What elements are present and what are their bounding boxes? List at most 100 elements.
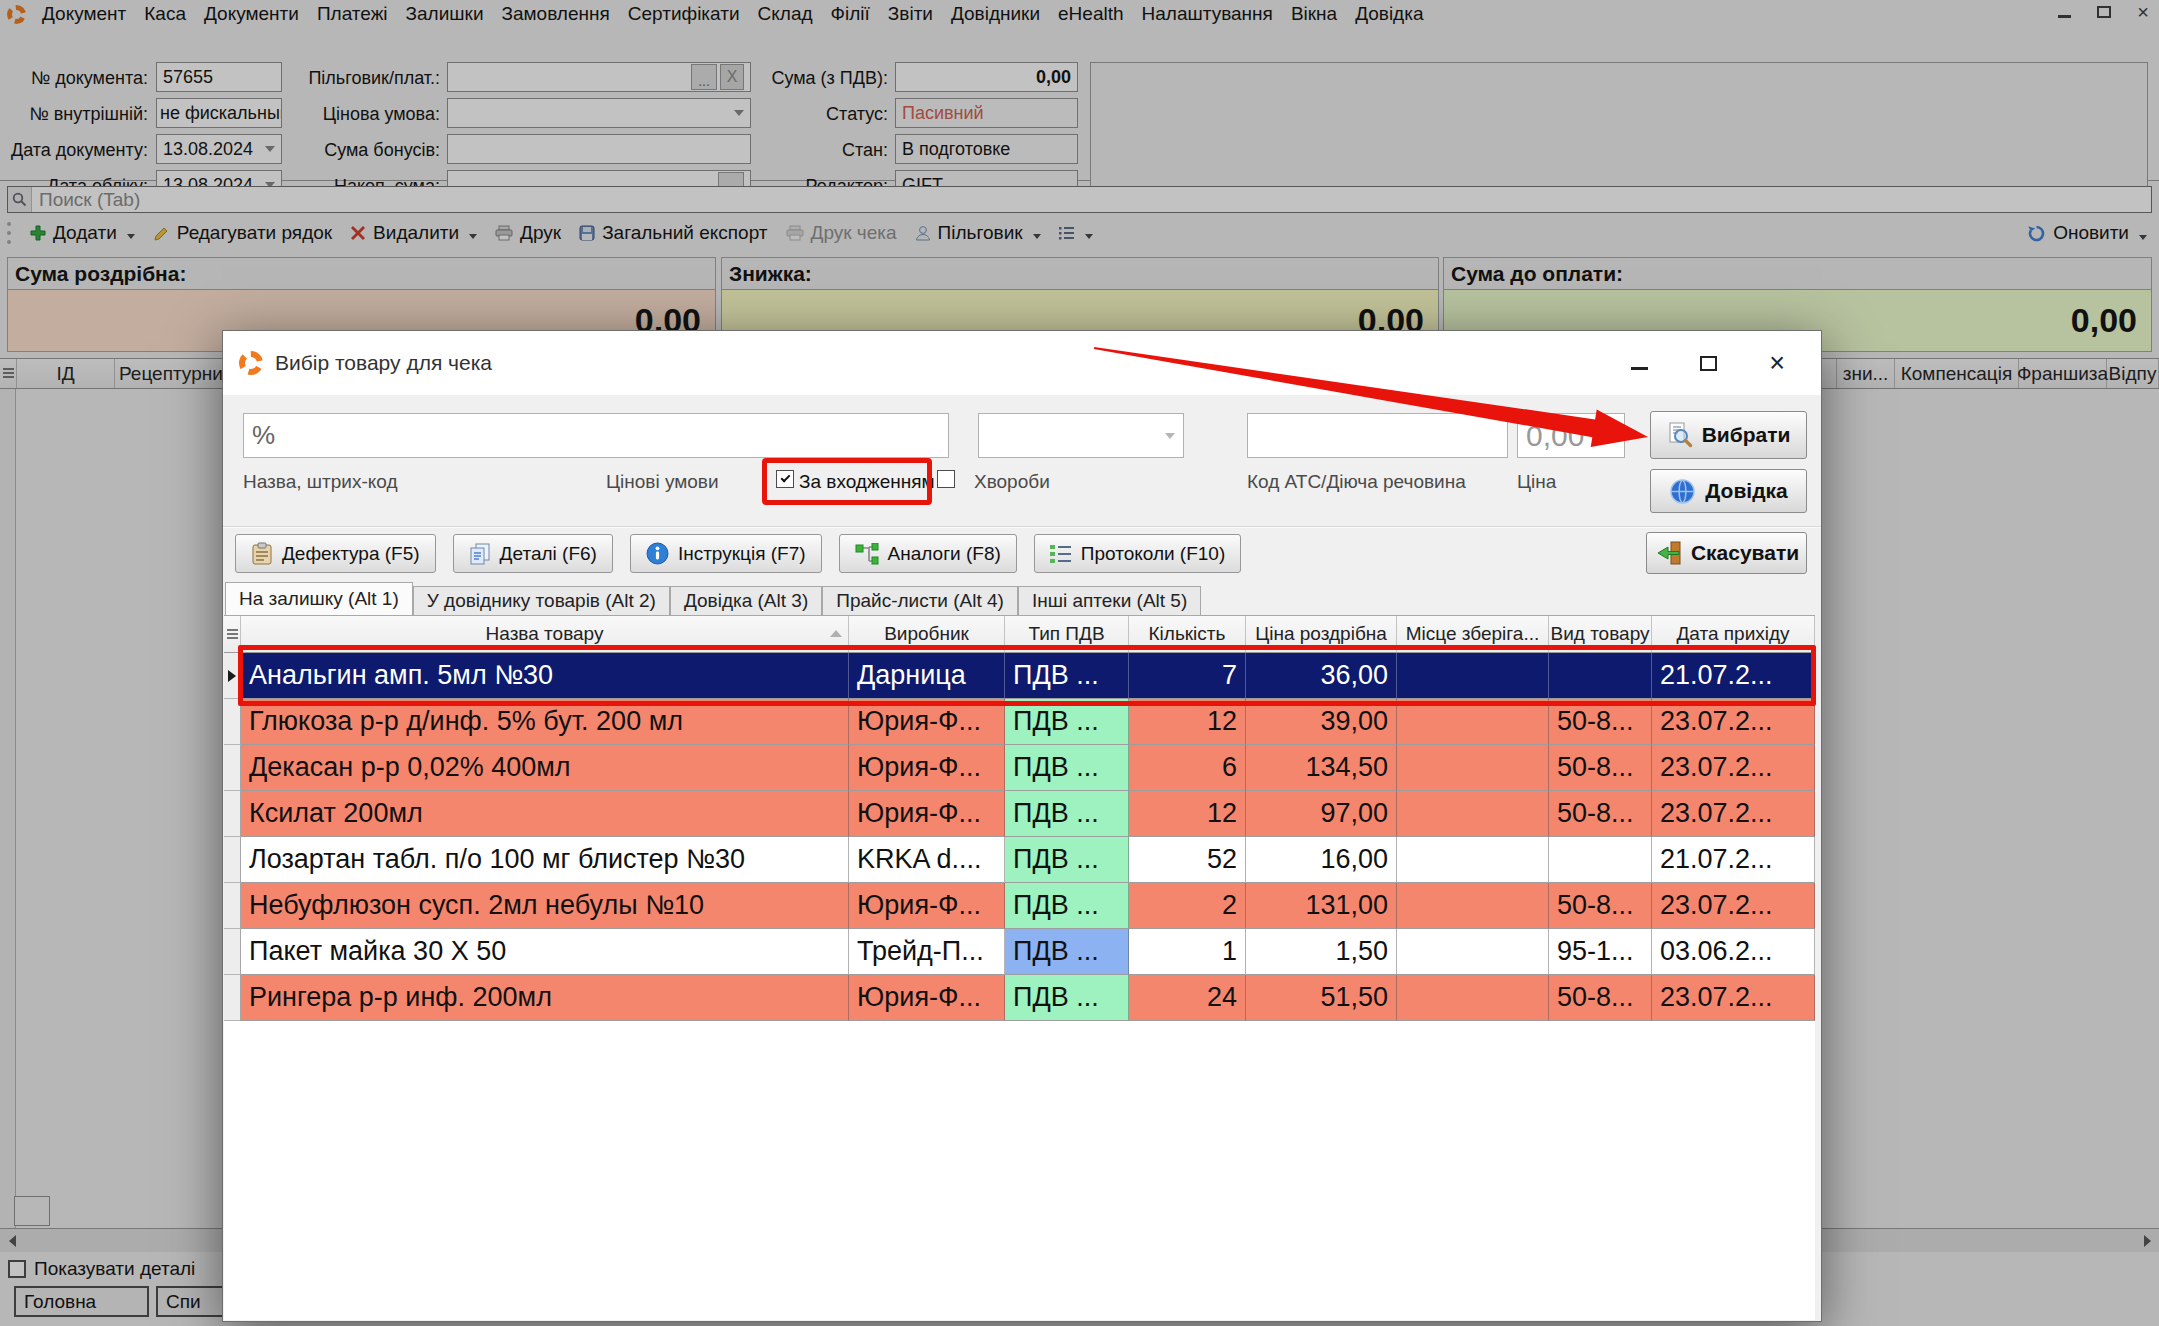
- cell-place: [1397, 883, 1549, 929]
- dialog-tab[interactable]: Інші аптеки (Alt 5): [1018, 586, 1201, 615]
- row-indicator: [224, 745, 241, 791]
- cell-name: Ксилат 200мл: [241, 791, 849, 837]
- dialog-tab[interactable]: Прайс-листи (Alt 4): [822, 586, 1018, 615]
- product-row[interactable]: Пакет майка 30 Х 50Трейд-П...ПДВ ...11,5…: [224, 929, 1815, 975]
- dialog-tab[interactable]: Довідка (Alt 3): [670, 586, 822, 615]
- row-indicator: [224, 883, 241, 929]
- cell-vat: ПДВ ...: [1005, 837, 1129, 883]
- application-window: ДокументКасаДокументиПлатежіЗалишкиЗамов…: [0, 0, 2159, 1326]
- cell-maker: Трейд-П...: [849, 929, 1005, 975]
- product-row[interactable]: Рингера р-р инф. 200млЮрия-Ф...ПДВ ...24…: [224, 975, 1815, 1021]
- function-buttons: Дефектура (F5) Деталі (F6) Інструкція (F7)…: [235, 534, 1241, 573]
- product-row[interactable]: Лозартан табл. п/о 100 мг блистер №30KRK…: [224, 837, 1815, 883]
- cell-price: 97,00: [1246, 791, 1397, 837]
- cell-name: Декасан р-р 0,02% 400мл: [241, 745, 849, 791]
- cell-maker: KRKA d....: [849, 837, 1005, 883]
- price-conditions-label: Цінові умови: [606, 471, 719, 493]
- chevron-down-icon: [1165, 433, 1175, 439]
- price-field[interactable]: [1517, 413, 1625, 458]
- close-icon[interactable]: ×: [1769, 353, 1785, 373]
- product-select-dialog: Вибір товару для чека × Назва, штрих-код…: [222, 330, 1822, 1322]
- cell-name: Небуфлюзон сусп. 2мл небулы №10: [241, 883, 849, 929]
- atc-code-field[interactable]: [1247, 413, 1508, 458]
- price-label: Ціна: [1517, 471, 1556, 493]
- fbutton-Деталі (F6)[interactable]: Деталі (F6): [453, 534, 613, 573]
- cell-date: 03.06.2...: [1652, 929, 1815, 975]
- cell-price: 134,50: [1246, 745, 1397, 791]
- diseases-label: Хвороби: [974, 471, 1050, 493]
- cell-kind: [1549, 837, 1652, 883]
- product-grid: Назва товаруВиробникТип ПДВКількістьЦіна…: [224, 615, 1815, 1320]
- search-field-label: Назва, штрих-код: [243, 471, 398, 493]
- fbutton-Протоколи (F10)[interactable]: Протоколи (F10): [1034, 534, 1241, 573]
- cell-qty: 24: [1129, 975, 1246, 1021]
- cell-name: Рингера р-р инф. 200мл: [241, 975, 849, 1021]
- cell-place: [1397, 929, 1549, 975]
- dialog-tab[interactable]: На залишку (Alt 1): [225, 582, 413, 615]
- row-indicator: [224, 837, 241, 883]
- cell-place: [1397, 837, 1549, 883]
- cell-vat: ПДВ ...: [1005, 929, 1129, 975]
- maximize-icon[interactable]: [1700, 356, 1717, 371]
- cell-price: 131,00: [1246, 883, 1397, 929]
- dialog-title-bar: Вибір товару для чека ×: [223, 331, 1821, 395]
- cell-place: [1397, 745, 1549, 791]
- dialog-title: Вибір товару для чека: [275, 351, 492, 375]
- dialog-window-controls: ×: [1631, 353, 1785, 373]
- cell-date: 23.07.2...: [1652, 975, 1815, 1021]
- product-row[interactable]: Небуфлюзон сусп. 2мл небулы №10Юрия-Ф...…: [224, 883, 1815, 929]
- select-button[interactable]: Вибрати: [1650, 411, 1807, 459]
- dialog-tab[interactable]: У довіднику товарів (Alt 2): [413, 586, 670, 615]
- cell-price: 16,00: [1246, 837, 1397, 883]
- cell-place: [1397, 975, 1549, 1021]
- cell-qty: 2: [1129, 883, 1246, 929]
- select-icon: [1667, 422, 1693, 448]
- product-search-field[interactable]: [243, 413, 949, 458]
- fbutton-Інструкція (F7)[interactable]: Інструкція (F7): [630, 534, 822, 573]
- cell-vat: ПДВ ...: [1005, 975, 1129, 1021]
- diseases-checkbox[interactable]: [937, 470, 955, 488]
- cell-kind: 50-8...: [1549, 975, 1652, 1021]
- cell-date: 21.07.2...: [1652, 837, 1815, 883]
- separator: [223, 526, 1821, 528]
- annotation-box-entry-checkbox: [762, 458, 932, 505]
- fbutton-Дефектура (F5)[interactable]: Дефектура (F5): [235, 534, 436, 573]
- cell-kind: 50-8...: [1549, 791, 1652, 837]
- cell-date: 23.07.2...: [1652, 883, 1815, 929]
- cell-name: Лозартан табл. п/о 100 мг блистер №30: [241, 837, 849, 883]
- cell-place: [1397, 791, 1549, 837]
- door-exit-icon: [1654, 540, 1682, 566]
- annotation-box-selected-row: [238, 645, 1816, 706]
- cell-maker: Юрия-Ф...: [849, 975, 1005, 1021]
- cell-maker: Юрия-Ф...: [849, 791, 1005, 837]
- app-logo-icon: [239, 351, 263, 375]
- cell-kind: 50-8...: [1549, 883, 1652, 929]
- cell-name: Пакет майка 30 Х 50: [241, 929, 849, 975]
- cell-maker: Юрия-Ф...: [849, 745, 1005, 791]
- row-indicator: [224, 929, 241, 975]
- help-button[interactable]: Довідка: [1650, 469, 1807, 513]
- cell-maker: Юрия-Ф...: [849, 883, 1005, 929]
- price-conditions-combo[interactable]: [978, 413, 1184, 458]
- cell-vat: ПДВ ...: [1005, 883, 1129, 929]
- row-indicator: [224, 791, 241, 837]
- cell-vat: ПДВ ...: [1005, 791, 1129, 837]
- fbutton-Аналоги (F8)[interactable]: Аналоги (F8): [839, 534, 1017, 573]
- cell-price: 51,50: [1246, 975, 1397, 1021]
- minimize-icon[interactable]: [1631, 367, 1648, 370]
- globe-icon: [1669, 478, 1696, 505]
- cell-date: 23.07.2...: [1652, 745, 1815, 791]
- dialog-tabs: На залишку (Alt 1)У довіднику товарів (A…: [225, 582, 1819, 615]
- cell-date: 23.07.2...: [1652, 791, 1815, 837]
- row-indicator: [224, 975, 241, 1021]
- cell-qty: 6: [1129, 745, 1246, 791]
- cell-qty: 1: [1129, 929, 1246, 975]
- product-row[interactable]: Декасан р-р 0,02% 400млЮрия-Ф...ПДВ ...6…: [224, 745, 1815, 791]
- cell-vat: ПДВ ...: [1005, 745, 1129, 791]
- product-row[interactable]: Ксилат 200млЮрия-Ф...ПДВ ...1297,00 50-8.…: [224, 791, 1815, 837]
- cell-price: 1,50: [1246, 929, 1397, 975]
- cancel-button[interactable]: Скасувати: [1646, 532, 1807, 574]
- cell-kind: 95-1...: [1549, 929, 1652, 975]
- atc-label: Код АТС/Діюча речовина: [1247, 471, 1466, 493]
- cell-qty: 12: [1129, 791, 1246, 837]
